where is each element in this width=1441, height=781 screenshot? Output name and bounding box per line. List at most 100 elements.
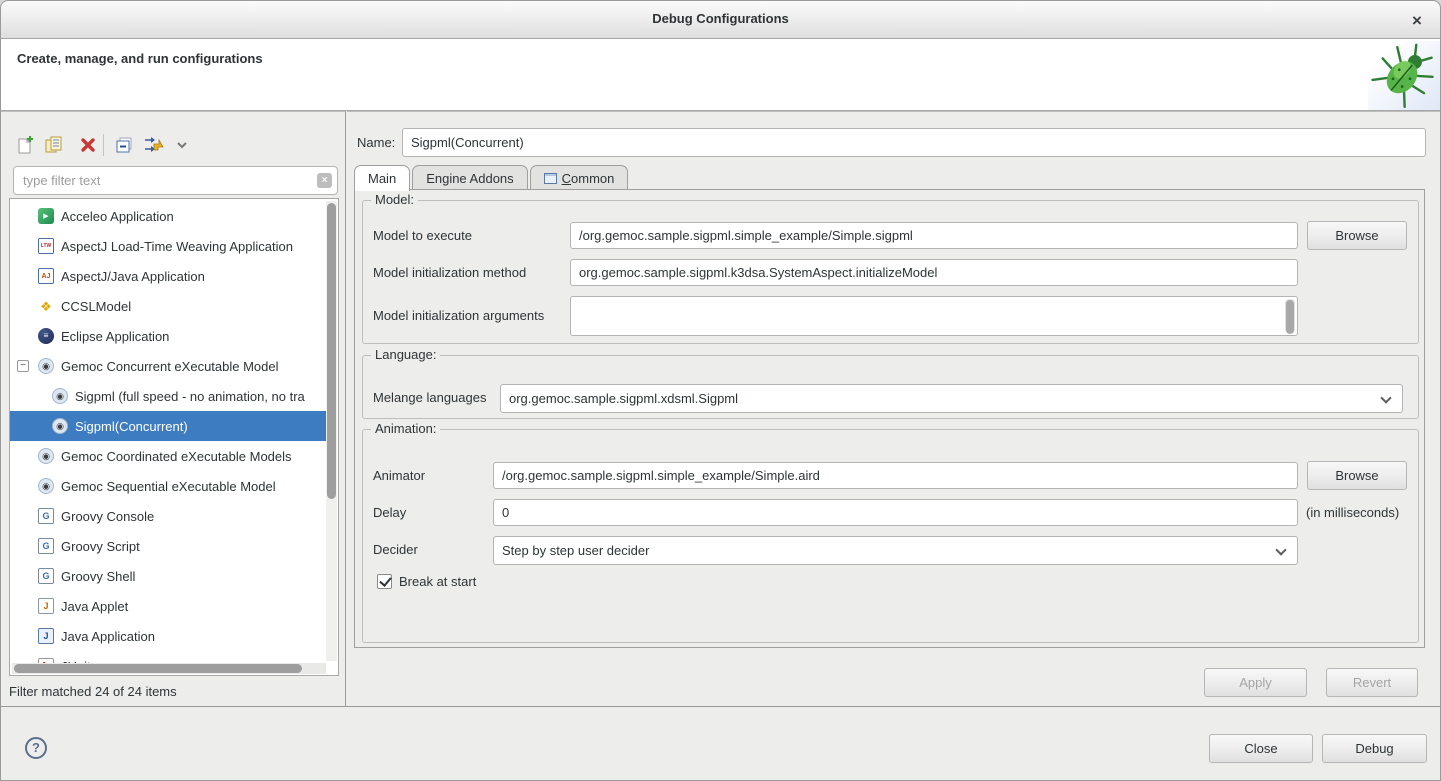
- break-at-start-label: Break at start: [399, 574, 476, 589]
- tree-item[interactable]: ◉Sigpml (full speed - no animation, no t…: [10, 381, 328, 411]
- new-configuration-icon[interactable]: [13, 133, 39, 159]
- close-button[interactable]: Close: [1209, 734, 1313, 763]
- scrollbar-thumb[interactable]: [14, 664, 302, 673]
- tab-label: Common: [562, 171, 615, 186]
- duplicate-configuration-icon[interactable]: [41, 133, 67, 159]
- tree-item[interactable]: ◉Gemoc Sequential eXecutable Model: [10, 471, 328, 501]
- tab-engine-addons[interactable]: Engine Addons: [412, 165, 527, 190]
- toolbar-menu-chevron-icon[interactable]: [169, 133, 195, 159]
- tree-item[interactable]: ❖ CCSLModel: [10, 291, 328, 321]
- tree-item[interactable]: G Groovy Shell: [10, 561, 328, 591]
- groovy-icon: G: [38, 568, 54, 584]
- tree-item[interactable]: ▶ Acceleo Application: [10, 201, 328, 231]
- tree-item-label: Acceleo Application: [61, 209, 174, 224]
- acceleo-icon: ▶: [38, 208, 54, 224]
- tree-item[interactable]: LTWAspectJ Load-Time Weaving Application: [10, 231, 328, 261]
- tree-item-label: Gemoc Coordinated eXecutable Models: [61, 449, 292, 464]
- tree-item[interactable]: ◉Sigpml(Concurrent): [10, 411, 328, 441]
- revert-button[interactable]: Revert: [1326, 668, 1418, 697]
- tree-item-label: Gemoc Sequential eXecutable Model: [61, 479, 276, 494]
- expander-minus-icon[interactable]: −: [17, 360, 29, 372]
- tree-item[interactable]: ≡Eclipse Application: [10, 321, 328, 351]
- browse-animator-button[interactable]: Browse: [1307, 461, 1407, 490]
- apply-button[interactable]: Apply: [1204, 668, 1307, 697]
- tree-item[interactable]: −◉ Gemoc Concurrent eXecutable Model: [10, 351, 328, 381]
- gemoc-icon: ◉: [52, 418, 68, 434]
- decider-combo[interactable]: Step by step user decider: [493, 536, 1298, 565]
- animation-group-title: Animation:: [371, 421, 440, 436]
- tree-item[interactable]: GGroovy Console: [10, 501, 328, 531]
- delay-input[interactable]: [493, 499, 1298, 526]
- table-icon: [544, 173, 557, 184]
- tree-item-label: Java Application: [61, 629, 155, 644]
- model-to-execute-input[interactable]: [570, 222, 1298, 249]
- clear-filter-icon[interactable]: ×: [317, 173, 332, 188]
- sidebar-toolbar: [1, 117, 345, 161]
- animator-input[interactable]: [493, 462, 1298, 489]
- animator-label: Animator: [373, 468, 425, 483]
- tree-item[interactable]: G Groovy Script: [10, 531, 328, 561]
- melange-languages-combo[interactable]: org.gemoc.sample.sigpml.xdsml.Sigpml: [500, 384, 1403, 413]
- ccsl-icon: ❖: [38, 298, 54, 314]
- tab-main[interactable]: Main: [354, 165, 410, 191]
- tab-bar: Main Engine Addons Common: [354, 165, 630, 190]
- model-init-method-input[interactable]: [570, 259, 1298, 286]
- groovy-icon: G: [38, 508, 54, 524]
- filter-launch-configurations-icon[interactable]: [141, 133, 167, 159]
- tree-item[interactable]: AJAspectJ/Java Application: [10, 261, 328, 291]
- tree-item-label: AspectJ/Java Application: [61, 269, 205, 284]
- scrollbar-thumb[interactable]: [1286, 300, 1294, 334]
- gemoc-icon: ◉: [38, 358, 54, 374]
- tree-item-label: Groovy Script: [61, 539, 140, 554]
- tree-item[interactable]: JJava Applet: [10, 591, 328, 621]
- dialog-footer: ? Close Debug: [1, 706, 1440, 781]
- tree-item[interactable]: J Java Application: [10, 621, 328, 651]
- delay-units-label: (in milliseconds): [1306, 505, 1399, 520]
- toolbar-separator: [103, 134, 104, 156]
- model-group-title: Model:: [371, 192, 418, 207]
- tree-item-label: Gemoc Concurrent eXecutable Model: [61, 359, 279, 374]
- titlebar: Debug Configurations ×: [1, 1, 1440, 39]
- melange-languages-value: org.gemoc.sample.sigpml.xdsml.Sigpml: [509, 391, 738, 406]
- filter-field: ×: [13, 166, 338, 195]
- collapse-all-icon[interactable]: [111, 133, 137, 159]
- textarea-scrollbar[interactable]: [1285, 299, 1295, 333]
- bug-icon: [1368, 41, 1440, 110]
- break-at-start-checkbox[interactable]: [377, 574, 392, 589]
- tree-item-label: CCSLModel: [61, 299, 131, 314]
- debug-configurations-dialog: Debug Configurations × Create, manage, a…: [0, 0, 1441, 781]
- scrollbar-thumb[interactable]: [327, 203, 336, 499]
- filter-input[interactable]: [13, 166, 338, 195]
- header-banner: Create, manage, and run configurations: [1, 39, 1440, 111]
- tree-item[interactable]: ◉ Gemoc Coordinated eXecutable Models: [10, 441, 328, 471]
- help-icon[interactable]: ?: [25, 737, 47, 759]
- tree-rows: ▶ Acceleo Application LTWAspectJ Load-Time…: [10, 201, 328, 665]
- tab-common[interactable]: Common: [530, 165, 629, 190]
- tab-label: Main: [368, 171, 396, 186]
- language-group-title: Language:: [371, 347, 440, 362]
- delete-configuration-icon[interactable]: [75, 133, 101, 159]
- melange-languages-label: Melange languages: [373, 390, 486, 405]
- gemoc-icon: ◉: [38, 448, 54, 464]
- tree-horizontal-scrollbar[interactable]: [12, 663, 326, 674]
- model-init-arguments-label: Model initialization arguments: [373, 308, 544, 323]
- model-init-arguments-textarea[interactable]: [570, 296, 1298, 336]
- decider-label: Decider: [373, 542, 418, 557]
- debug-button[interactable]: Debug: [1322, 734, 1427, 763]
- page-title: Create, manage, and run configurations: [17, 51, 263, 66]
- chevron-down-icon: [1380, 392, 1391, 403]
- close-icon[interactable]: ×: [1404, 8, 1430, 34]
- browse-model-button[interactable]: Browse: [1307, 221, 1407, 250]
- name-input[interactable]: [402, 128, 1426, 157]
- animation-group: Animation: Animator Browse Delay (in mil…: [362, 429, 1419, 643]
- tree-item-label: AspectJ Load-Time Weaving Application: [61, 239, 293, 254]
- tree-item-label: Eclipse Application: [61, 329, 169, 344]
- tree-vertical-scrollbar[interactable]: [326, 201, 337, 661]
- model-init-method-label: Model initialization method: [373, 265, 526, 280]
- name-label: Name:: [357, 135, 395, 150]
- filter-match-status: Filter matched 24 of 24 items: [9, 684, 177, 699]
- tree-item-label: Groovy Shell: [61, 569, 135, 584]
- groovy-icon: G: [38, 538, 54, 554]
- tab-label: Engine Addons: [426, 171, 513, 186]
- java-application-icon: J: [38, 628, 54, 644]
